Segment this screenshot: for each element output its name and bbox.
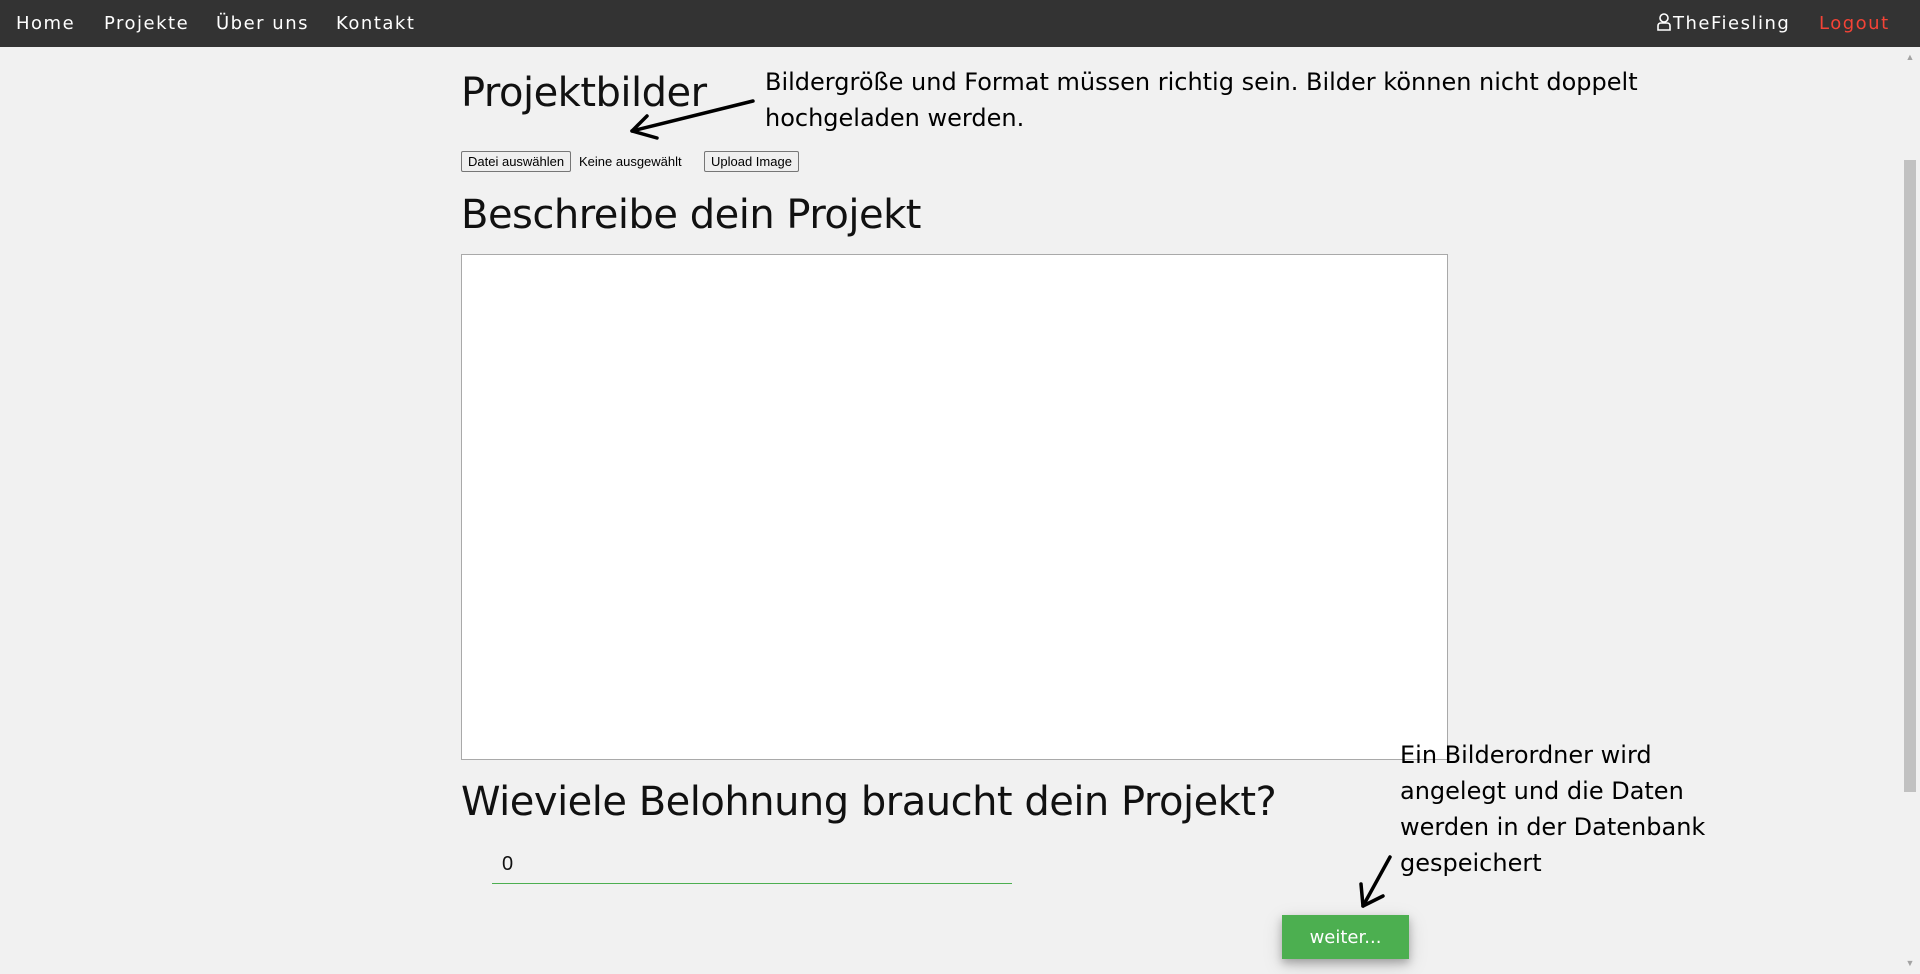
nav-projekte[interactable]: Projekte — [104, 0, 189, 47]
images-annotation: Bildergröße und Format müssen richtig se… — [765, 64, 1638, 136]
images-heading: Projektbilder — [461, 70, 707, 116]
top-navbar: Home Projekte Über uns Kontakt TheFiesli… — [0, 0, 1920, 47]
submit-annotation-line3: werden in der Datenbank — [1400, 813, 1706, 841]
submit-annotation-line1: Ein Bilderordner wird — [1400, 741, 1652, 769]
file-choose-button[interactable]: Datei auswählen — [461, 151, 572, 172]
nav-user-label: TheFiesling — [1673, 13, 1791, 34]
images-annotation-line2: hochgeladen werden. — [765, 104, 1025, 132]
weiter-button[interactable]: weiter... — [1282, 915, 1409, 959]
reward-input[interactable] — [492, 846, 1012, 884]
nav-kontakt[interactable]: Kontakt — [336, 0, 415, 47]
nav-ueber-uns[interactable]: Über uns — [216, 0, 309, 47]
user-icon — [1657, 2, 1671, 31]
scrollbar-thumb[interactable] — [1904, 160, 1916, 792]
submit-annotation-line4: gespeichert — [1400, 849, 1542, 877]
arrow-to-weiter-button — [1359, 855, 1392, 908]
submit-annotation: Ein Bilderordner wird angelegt und die D… — [1400, 737, 1705, 881]
description-textarea[interactable] — [461, 254, 1448, 760]
nav-logout[interactable]: Logout — [1819, 0, 1890, 47]
description-heading: Beschreibe dein Projekt — [461, 192, 921, 238]
scroll-up-arrow[interactable]: ▲ — [1904, 52, 1916, 62]
reward-heading: Wieviele Belohnung braucht dein Projekt? — [461, 779, 1277, 825]
images-annotation-line1: Bildergröße und Format müssen richtig se… — [765, 68, 1638, 96]
scroll-down-arrow[interactable]: ▼ — [1904, 958, 1916, 968]
submit-annotation-line2: angelegt und die Daten — [1400, 777, 1684, 805]
nav-home[interactable]: Home — [16, 0, 75, 47]
nav-user[interactable]: TheFiesling — [1657, 0, 1790, 47]
upload-image-button[interactable]: Upload Image — [704, 151, 799, 172]
file-status-text: Keine ausgewählt — [579, 154, 682, 169]
